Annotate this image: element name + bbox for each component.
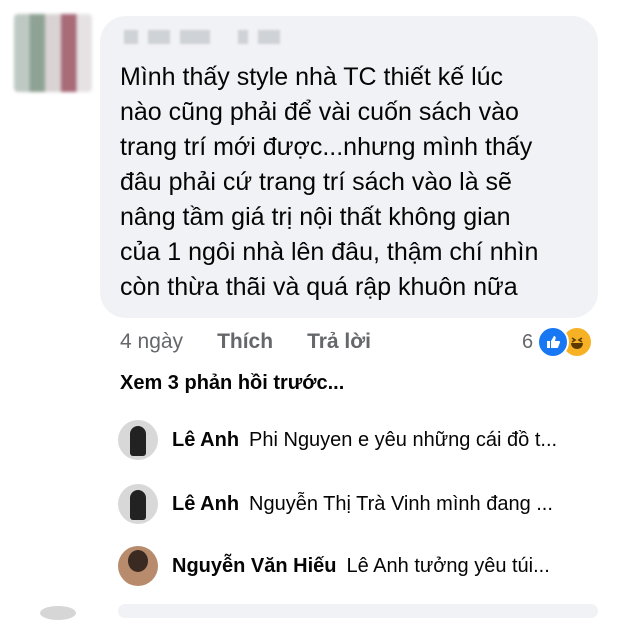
reply-text: Nguyễn Thị Trà Vinh mình đang ... [249,492,553,515]
reaction-count: 6 [522,330,534,353]
comment-line: Mình thấy style nhà TC thiết kế lúc [120,63,504,91]
reply-item: Nguyễn Văn Hiếu Lê Anh tưởng yêu túi... [118,546,550,586]
commenter-avatar-blurred[interactable] [14,14,92,92]
reply-author[interactable]: Lê Anh [172,429,239,452]
reply-author[interactable]: Nguyễn Văn Hiếu [172,555,336,578]
reply-author[interactable]: Lê Anh [172,493,239,516]
comment-line: còn thừa thãi và quá rập khuôn nữa [120,273,518,301]
reply-text: Lê Anh tưởng yêu túi... [346,554,550,577]
reply-item: Lê Anh Phi Nguyen e yêu những cái đồ t..… [118,420,557,460]
comment-line: nào cũng phải để vài cuốn sách vào [120,98,519,126]
next-comment-partial [0,604,620,620]
commenter-name-blurred[interactable] [124,30,280,44]
comment-text: Mình thấy style nhà TC thiết kế lúc nào … [120,60,590,305]
comment-line: nâng tầm giá trị nội thất không gian [120,203,511,231]
avatar[interactable] [118,484,158,524]
like-reaction-icon [537,326,570,358]
reaction-summary[interactable]: 6 [522,326,594,358]
comment-timestamp[interactable]: 4 ngày [120,330,183,354]
reply-text: Phi Nguyen e yêu những cái đồ t... [249,428,558,451]
comment-line: của 1 ngôi nhà lên đâu, thậm chí nhìn [120,238,539,266]
reply-item: Lê Anh Nguyễn Thị Trà Vinh mình đang ... [118,484,553,524]
comment-actions: 4 ngày Thích Trả lời [120,330,371,354]
comment-line: trang trí mới được...nhưng mình thấy [120,133,533,161]
view-previous-replies[interactable]: Xem 3 phản hồi trước... [120,372,344,395]
reply-button[interactable]: Trả lời [307,330,371,354]
like-button[interactable]: Thích [217,330,273,354]
avatar[interactable] [118,420,158,460]
avatar[interactable] [118,546,158,586]
comment-line: đâu phải cứ trang trí sách vào là sẽ [120,168,512,196]
